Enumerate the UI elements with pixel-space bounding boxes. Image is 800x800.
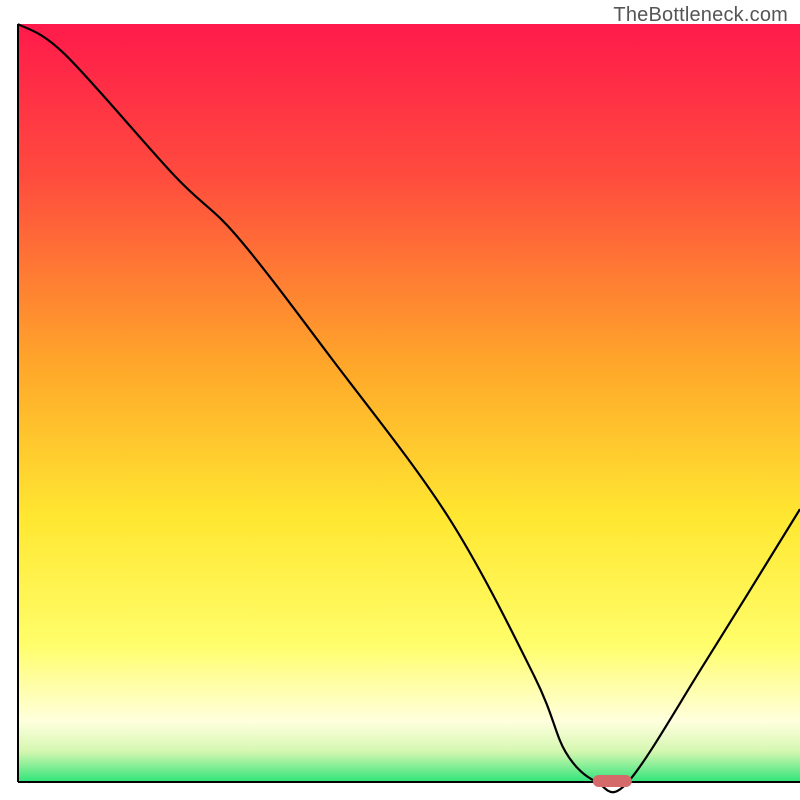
bottleneck-chart (0, 0, 800, 800)
watermark-text: TheBottleneck.com (613, 4, 788, 27)
gradient-background (18, 24, 800, 782)
chart-container: TheBottleneck.com (0, 0, 800, 800)
optimal-marker (593, 775, 632, 787)
